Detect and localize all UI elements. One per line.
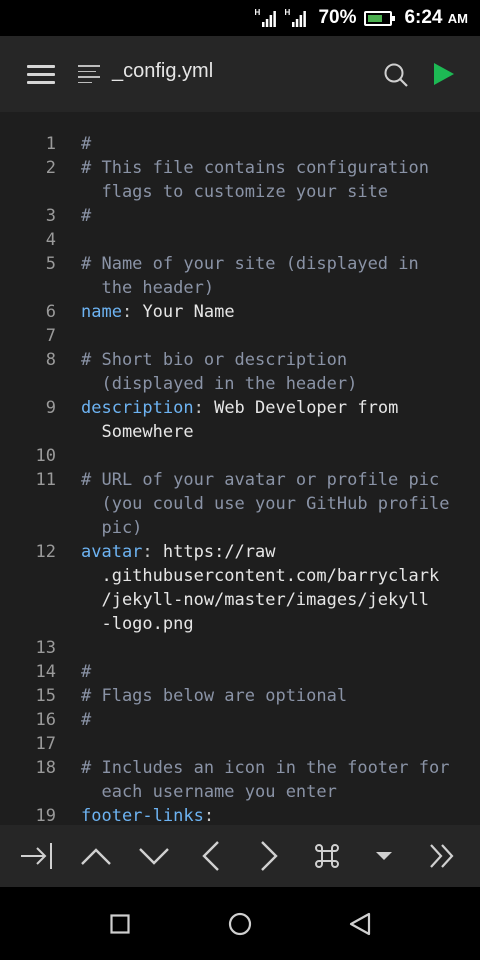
app-toolbar: _config.yml [0, 36, 480, 112]
line-number: 16 [35, 710, 56, 730]
code-text: # Name of your site (displayed in [81, 254, 419, 274]
code-text: flags to customize your site [81, 182, 389, 202]
home-circle-icon[interactable] [200, 887, 280, 960]
yaml-key: avatar [81, 542, 143, 562]
system-nav-bar [0, 887, 480, 960]
line-number: 1 [45, 134, 56, 154]
code-text: # [81, 134, 92, 154]
line-number: 3 [45, 206, 56, 226]
battery-percentage: 70% [318, 7, 357, 28]
code-text: # Includes an icon in the footer for [81, 758, 450, 778]
signal-icon-1: H [254, 8, 277, 27]
menu-icon[interactable] [27, 65, 55, 85]
yaml-value: Your Name [132, 302, 235, 322]
code-text: .githubusercontent.com/barryclark [81, 566, 440, 586]
code-text: # [81, 710, 92, 730]
file-icon [78, 65, 100, 83]
battery-icon [364, 10, 396, 26]
line-number: 6 [45, 302, 56, 322]
code-text: each username you enter [81, 782, 337, 802]
line-number: 10 [35, 446, 56, 466]
line-number: 17 [35, 734, 56, 754]
yaml-key: footer-links [81, 806, 204, 825]
code-text: (displayed in the header) [81, 374, 358, 394]
line-number: 15 [35, 686, 56, 706]
command-icon[interactable] [298, 825, 355, 887]
code-text: pic) [81, 518, 143, 538]
yaml-colon: : [193, 398, 204, 418]
code-editor[interactable]: 1 #2 # This file contains configuration fl… [0, 112, 480, 825]
yaml-colon: : [121, 302, 133, 322]
code-text: name: Your Name [81, 300, 235, 324]
line-number: 4 [45, 230, 56, 250]
more-icon[interactable] [413, 825, 470, 887]
code-text: # This file contains configuration [81, 158, 429, 178]
yaml-colon: : [203, 806, 215, 825]
status-bar: H H 70% 6:24 AM [0, 0, 480, 36]
code-text: the header) [81, 278, 215, 298]
line-number: 8 [45, 350, 56, 370]
back-triangle-icon[interactable] [320, 887, 400, 960]
line-number: 13 [35, 638, 56, 658]
line-number: 11 [35, 470, 56, 490]
line-number: 7 [45, 326, 56, 346]
code-text: footer-links: [81, 804, 214, 825]
yaml-key: description [81, 398, 194, 418]
line-number: 18 [35, 758, 56, 778]
code-text: # Flags below are optional [81, 686, 348, 706]
yaml-value: https://raw [152, 542, 276, 562]
yaml-value: Web Developer from [203, 398, 399, 418]
line-number: 14 [35, 662, 56, 682]
arrow-right-icon[interactable] [240, 825, 297, 887]
code-text: (you could use your GitHub profile [81, 494, 450, 514]
code-text: # [81, 206, 92, 226]
code-text: Somewhere [81, 422, 194, 442]
battery-fill [368, 14, 383, 22]
code-text: # [81, 662, 92, 682]
line-number: 19 [35, 806, 56, 825]
arrow-up-icon[interactable] [67, 825, 124, 887]
code-text: avatar: https://raw [81, 540, 276, 564]
yaml-key: name [81, 302, 122, 322]
line-number: 2 [45, 158, 56, 178]
line-number: 9 [45, 398, 56, 418]
file-title[interactable]: _config.yml [112, 60, 213, 83]
arrow-down-icon[interactable] [125, 825, 182, 887]
line-number: 5 [45, 254, 56, 274]
code-text: -logo.png [81, 614, 194, 634]
search-icon[interactable] [383, 62, 409, 88]
signal-icon-2: H [284, 8, 307, 27]
clock: 6:24 AM [404, 7, 468, 28]
play-icon[interactable] [434, 63, 454, 85]
arrow-left-icon[interactable] [182, 825, 239, 887]
extra-keys-bar [0, 825, 480, 887]
tab-icon[interactable] [8, 825, 65, 887]
line-number: 12 [35, 542, 56, 562]
code-text: # Short bio or description [81, 350, 348, 370]
recents-square-icon[interactable] [80, 887, 160, 960]
dropdown-icon[interactable] [355, 825, 412, 887]
yaml-colon: : [142, 542, 153, 562]
code-text: # URL of your avatar or profile pic [81, 470, 440, 490]
code-text: description: Web Developer from [81, 396, 398, 420]
code-text: /jekyll-now/master/images/jekyll [81, 590, 429, 610]
